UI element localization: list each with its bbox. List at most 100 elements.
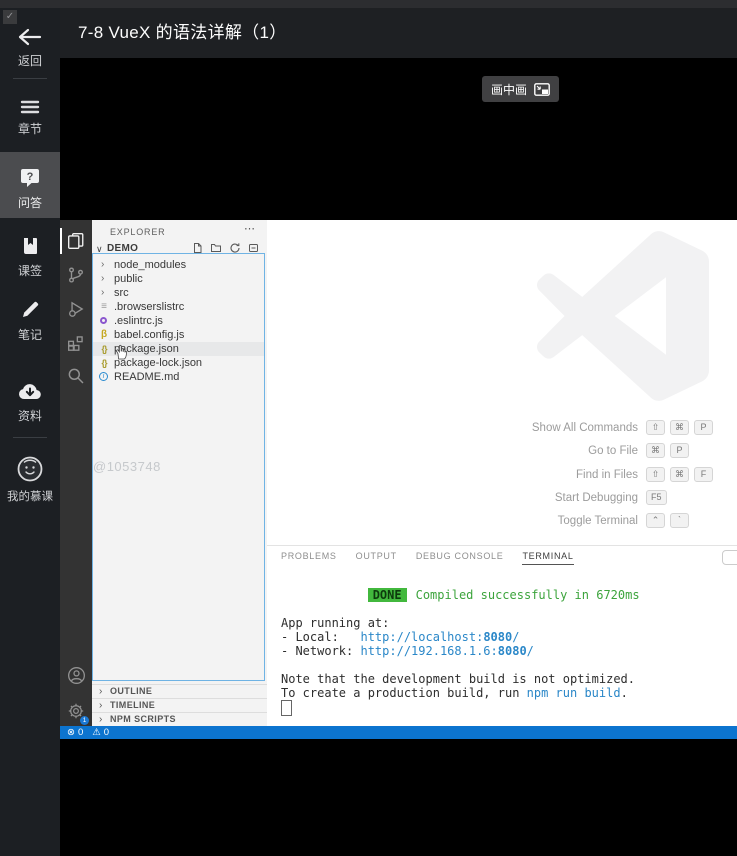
file-item[interactable]: i README.md xyxy=(93,370,264,384)
more-actions-icon[interactable]: ⋯ xyxy=(244,222,255,235)
file-name: node_modules xyxy=(114,259,187,271)
pip-button[interactable]: 画中画 xyxy=(482,76,560,102)
window-top-strip xyxy=(0,0,737,8)
page-title: 7-8 VueX 的语法详解（1） xyxy=(78,23,287,42)
sidebar-item-materials[interactable]: 资料 xyxy=(0,382,60,424)
extensions-icon[interactable] xyxy=(60,328,92,358)
file-name: src xyxy=(114,287,129,299)
terminal-line: To create a production build, run npm ru… xyxy=(281,686,628,700)
keycap: ⌘ xyxy=(646,443,665,459)
keycap: ⇧ xyxy=(646,466,665,482)
terminal-cursor-line xyxy=(281,700,640,716)
shortcut-row: Start Debugging F5 xyxy=(267,489,737,512)
file-name: README.md xyxy=(114,371,180,383)
keycap: ⌃ xyxy=(646,513,665,529)
file-item[interactable]: › node_modules xyxy=(93,258,264,272)
explorer-section-outline[interactable]: › OUTLINE xyxy=(92,684,267,698)
build-status-line: DONE Compiled successfully in 6720ms xyxy=(281,574,640,602)
shortcut-label: Find in Files xyxy=(576,468,638,481)
panel-tab-terminal[interactable]: TERMINAL xyxy=(522,548,574,565)
vscode-screenshot: 1 EXPLORER ⋯ ∨ DEMO › node_modules › public… xyxy=(60,220,737,739)
shortcut-row: Toggle Terminal ⌃ ` xyxy=(267,512,737,535)
sidebar-item-label: 课签 xyxy=(17,264,42,278)
sidebar-item-bookmark[interactable]: 课签 xyxy=(0,236,60,279)
folder-chevron-icon: › xyxy=(101,259,105,270)
user-watermark: @1053748 xyxy=(93,459,161,474)
search-icon[interactable] xyxy=(60,361,92,391)
explorer-section-npm-scripts[interactable]: › NPM SCRIPTS xyxy=(92,712,267,726)
terminal-output[interactable]: DONE Compiled successfully in 6720ms App … xyxy=(281,574,640,716)
account-icon[interactable] xyxy=(60,660,92,690)
panel-corner-button[interactable] xyxy=(722,550,737,565)
question-bubble-icon: ? xyxy=(21,169,39,187)
back-label: 返回 xyxy=(17,54,42,68)
pip-label: 画中画 xyxy=(491,82,528,97)
explorer-section-timeline[interactable]: › TIMELINE xyxy=(92,698,267,712)
file-name: .browserslistrc xyxy=(114,301,185,313)
shortcut-row: Go to File ⌘ P xyxy=(267,442,737,465)
file-name: babel.config.js xyxy=(114,329,185,341)
explorer-bottom-sections: › OUTLINE › TIMELINE › NPM SCRIPTS xyxy=(92,684,267,726)
shortcut-label: Show All Commands xyxy=(531,422,638,434)
terminal-cursor xyxy=(281,700,292,716)
explorer-title: EXPLORER xyxy=(110,227,166,237)
explorer-icon[interactable] xyxy=(60,226,92,256)
section-label: NPM SCRIPTS xyxy=(110,714,176,724)
run-debug-icon[interactable] xyxy=(60,294,92,324)
shortcuts-list: Show All Commands ⇧ ⌘ P Go to File ⌘ P Find in … xyxy=(267,419,737,535)
file-item[interactable]: › public xyxy=(93,272,264,286)
panel-tab-debug-console[interactable]: DEBUG CONSOLE xyxy=(416,548,504,564)
sidebar-item-my-mooc[interactable]: 我的慕课 xyxy=(0,456,60,504)
editor-area: Show All Commands ⇧ ⌘ P Go to File ⌘ P Find in … xyxy=(267,220,737,545)
shortcut-row: Show All Commands ⇧ ⌘ P xyxy=(267,419,737,442)
shortcut-row: Find in Files ⇧ ⌘ F xyxy=(267,466,737,489)
file-item[interactable]: .eslintrc.js xyxy=(93,314,264,328)
sidebar-item-label: 资料 xyxy=(17,409,42,423)
back-button[interactable]: 返回 xyxy=(0,28,60,69)
pencil-icon xyxy=(23,301,39,317)
sidebar-item-qa[interactable]: ? 问答 xyxy=(0,152,60,218)
vscode-status-bar[interactable]: ⊗ 0 ⚠ 0 xyxy=(60,726,737,739)
terminal-lines: App running at: - Local: http://localhost… xyxy=(281,616,640,700)
sidebar-item-label: 问答 xyxy=(17,196,42,210)
keycap: ` xyxy=(670,513,689,529)
warnings-count: 0 xyxy=(103,727,110,738)
back-arrow-icon xyxy=(18,28,42,46)
keycap: F5 xyxy=(646,489,667,505)
window-checkbox-icon: ✓ xyxy=(3,10,17,24)
sidebar-item-label: 我的慕课 xyxy=(7,491,53,503)
terminal-line: App running at: xyxy=(281,616,390,630)
mouse-cursor xyxy=(116,344,128,360)
section-label: OUTLINE xyxy=(110,686,153,696)
shortcut-label: Go to File xyxy=(588,445,638,458)
keycap: P xyxy=(694,420,713,435)
errors-count: 0 xyxy=(77,727,84,738)
explorer-panel: EXPLORER ⋯ ∨ DEMO › node_modules › public › s… xyxy=(92,220,267,726)
chevron-right-icon: › xyxy=(99,714,103,725)
menu-icon xyxy=(20,100,40,114)
sidebar-divider xyxy=(13,437,47,438)
sidebar-item-chapters[interactable]: 章节 xyxy=(0,100,60,137)
player-titlebar: 7-8 VueX 的语法详解（1） xyxy=(0,8,737,58)
folder-chevron-icon: › xyxy=(101,287,105,298)
sidebar-item-label: 笔记 xyxy=(17,328,42,342)
chevron-right-icon: › xyxy=(99,700,103,711)
file-item[interactable]: › src xyxy=(93,286,264,300)
panel-tab-problems[interactable]: PROBLEMS xyxy=(281,548,337,564)
sidebar-divider xyxy=(13,78,47,79)
settings-gear-icon[interactable]: 1 xyxy=(60,696,92,726)
shortcut-label: Start Debugging xyxy=(554,491,638,504)
course-sidebar: 返回 章节 ? 问答 课签 笔记 资料 我的慕课 xyxy=(0,8,60,856)
source-control-icon[interactable] xyxy=(60,260,92,290)
keycap: ⌘ xyxy=(670,420,689,435)
file-name: public xyxy=(114,273,143,285)
sidebar-item-notes[interactable]: 笔记 xyxy=(0,300,60,343)
video-area[interactable]: 画中画 1 EXPLORER ⋯ ∨ DEMO › node_modules ›… xyxy=(60,58,737,856)
done-badge: DONE xyxy=(367,588,407,602)
file-item[interactable]: ≡ .browserslistrc xyxy=(93,300,264,314)
panel-tab-output[interactable]: OUTPUT xyxy=(356,548,397,564)
file-item[interactable]: β babel.config.js xyxy=(93,328,264,342)
keycap: ⌘ xyxy=(670,466,689,482)
eslint-file-icon xyxy=(100,317,107,324)
